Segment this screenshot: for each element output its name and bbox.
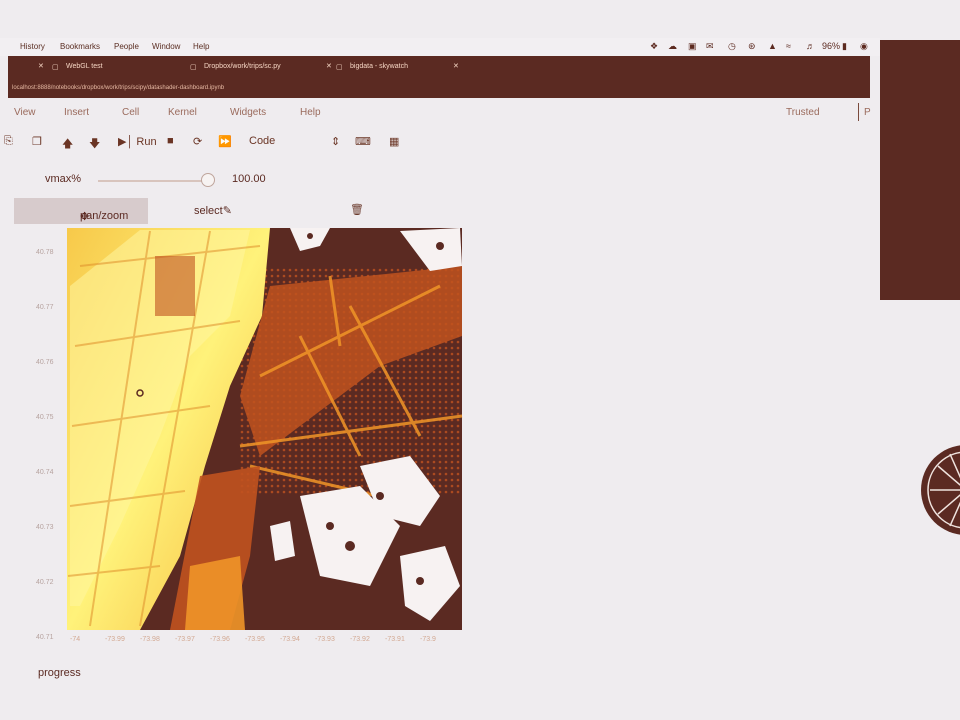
nb-menu-widgets[interactable]: Widgets — [230, 107, 266, 118]
menu-help[interactable]: Help — [193, 42, 209, 51]
screen-icon[interactable]: ▣ — [688, 41, 697, 52]
x-tick-label: -73.97 — [175, 636, 195, 643]
nb-menu-view[interactable]: View — [14, 107, 36, 118]
y-axis-ticks: 40.78 40.77 40.76 40.75 40.74 40.73 40.72 40.71 — [36, 249, 54, 641]
tab-dropbox[interactable]: Dropbox/work/trips/sc.py — [204, 63, 281, 70]
kernel-indicator: P — [864, 107, 871, 118]
map-image — [67, 228, 463, 630]
cell-type-chevron-icon[interactable]: ⇕ — [331, 135, 340, 148]
x-tick-label: -73.96 — [210, 636, 230, 643]
address-bar[interactable]: localhost:8888/notebooks/dropbox/work/tr… — [12, 85, 224, 91]
trusted-indicator[interactable]: Trusted — [786, 107, 820, 118]
system-menu-bar: History Bookmarks People Window Help ❖ ☁… — [0, 38, 880, 56]
select-button[interactable]: select✎ — [194, 204, 232, 217]
move-icon: ✥ — [80, 211, 90, 223]
messages-icon[interactable]: ✉ — [706, 41, 714, 52]
y-tick-label: 40.78 — [36, 249, 54, 256]
x-tick-label: -73.9 — [420, 636, 436, 643]
edit-icon: ✎ — [222, 205, 232, 217]
save-icon[interactable]: ⎘ — [4, 135, 13, 148]
progress-label: progress — [38, 667, 81, 679]
move-down-icon[interactable]: 🡇 — [89, 135, 100, 154]
notebook-toolbar: ⎘ ❐ 🡅 🡇 ▶│ Run ■ ⟳ ⏩ Code ⇕ ⌨ ▦ — [0, 132, 880, 154]
y-tick-label: 40.72 — [36, 579, 54, 586]
pan-zoom-button[interactable]: pan/zoom ✥ — [14, 198, 148, 224]
stop-icon[interactable]: ■ — [167, 135, 174, 147]
x-tick-label: -73.95 — [245, 636, 265, 643]
menu-window[interactable]: Window — [152, 42, 180, 51]
copy-icon[interactable]: ❐ — [32, 135, 42, 148]
y-tick-label: 40.73 — [36, 524, 54, 531]
run-button[interactable]: ▶│ Run — [118, 135, 157, 148]
airplay-icon[interactable]: ▲ — [768, 41, 777, 51]
tab-webgl-test[interactable]: WebGL test — [66, 63, 103, 70]
x-tick-label: -73.92 — [350, 636, 370, 643]
x-tick-label: -73.91 — [385, 636, 405, 643]
cloud-icon[interactable]: ☁ — [668, 41, 677, 52]
x-axis-ticks: -74 -73.99 -73.98 -73.97 -73.96 -73.95 -73.94 -… — [70, 636, 436, 643]
nb-menu-help[interactable]: Help — [300, 107, 321, 118]
select-label: select — [194, 205, 223, 217]
keyboard-icon[interactable]: ⌨ — [355, 135, 371, 148]
battery-icon[interactable]: ▮ — [842, 41, 847, 52]
vmax-slider-handle[interactable] — [201, 173, 215, 187]
y-tick-label: 40.77 — [36, 304, 54, 311]
restart-icon[interactable]: ⟳ — [193, 135, 202, 148]
x-tick-label: -73.98 — [140, 636, 160, 643]
bar-chart-icon[interactable]: ▦ — [389, 135, 399, 148]
move-up-icon[interactable]: 🡅 — [62, 135, 73, 154]
x-tick-label: -73.94 — [280, 636, 300, 643]
x-tick-label: -73.93 — [315, 636, 335, 643]
tab-favicon-icon: ▢ — [52, 64, 59, 71]
menu-people[interactable]: People — [114, 42, 139, 51]
trash-icon[interactable]: 🗑 — [350, 203, 364, 216]
slider-value: 100.00 — [232, 173, 266, 185]
tab-close-icon[interactable]: ✕ — [38, 62, 44, 70]
sticker-badge-icon — [921, 445, 960, 535]
menu-history[interactable]: History — [20, 42, 45, 51]
volume-icon[interactable]: ♬ — [806, 41, 815, 51]
tab-close-icon[interactable]: ✕ — [453, 62, 459, 70]
nb-menu-insert[interactable]: Insert — [64, 107, 89, 118]
right-side-window-edge — [880, 40, 960, 300]
y-tick-label: 40.71 — [36, 634, 54, 641]
user-icon[interactable]: ◉ — [860, 41, 868, 52]
tab-close-icon[interactable]: ✕ — [326, 62, 332, 70]
nb-menu-kernel[interactable]: Kernel — [168, 107, 197, 118]
y-tick-label: 40.74 — [36, 469, 54, 476]
fast-forward-icon[interactable]: ⏩ — [218, 135, 232, 148]
battery-percent: 96% — [822, 41, 841, 51]
run-label: Run — [136, 136, 157, 148]
nb-menu-cell[interactable]: Cell — [122, 107, 139, 118]
tab-favicon-icon: ▢ — [190, 64, 197, 71]
tab-bigdata[interactable]: bigdata - skywatch — [350, 63, 408, 70]
x-tick-label: -73.99 — [105, 636, 125, 643]
bluetooth-icon[interactable]: ⊛ — [748, 41, 756, 52]
cell-type-select[interactable]: Code — [249, 135, 275, 147]
cell-type-label: Code — [249, 135, 276, 147]
clock-icon[interactable]: ◷ — [728, 41, 736, 52]
menu-bookmarks[interactable]: Bookmarks — [60, 42, 100, 51]
y-tick-label: 40.75 — [36, 414, 54, 421]
browser-tab-bar: ✕ ▢ WebGL test ▢ Dropbox/work/trips/sc.p… — [8, 56, 870, 98]
run-icon: ▶│ — [118, 136, 134, 148]
tab-favicon-icon: ▢ — [336, 64, 343, 71]
vmax-slider-track[interactable] — [98, 180, 208, 182]
kernel-divider — [858, 103, 859, 121]
notebook-menu-bar: View Insert Cell Kernel Widgets Help Tru… — [0, 104, 880, 124]
dropbox-icon[interactable]: ❖ — [650, 41, 658, 52]
slider-label: vmax% — [45, 173, 82, 185]
y-tick-label: 40.76 — [36, 359, 54, 366]
x-tick-label: -74 — [70, 636, 80, 643]
density-map-plot[interactable]: 40.78 40.77 40.76 40.75 40.74 40.73 40.72 40.71… — [0, 226, 470, 646]
wifi-icon[interactable]: ≈ — [786, 41, 791, 51]
